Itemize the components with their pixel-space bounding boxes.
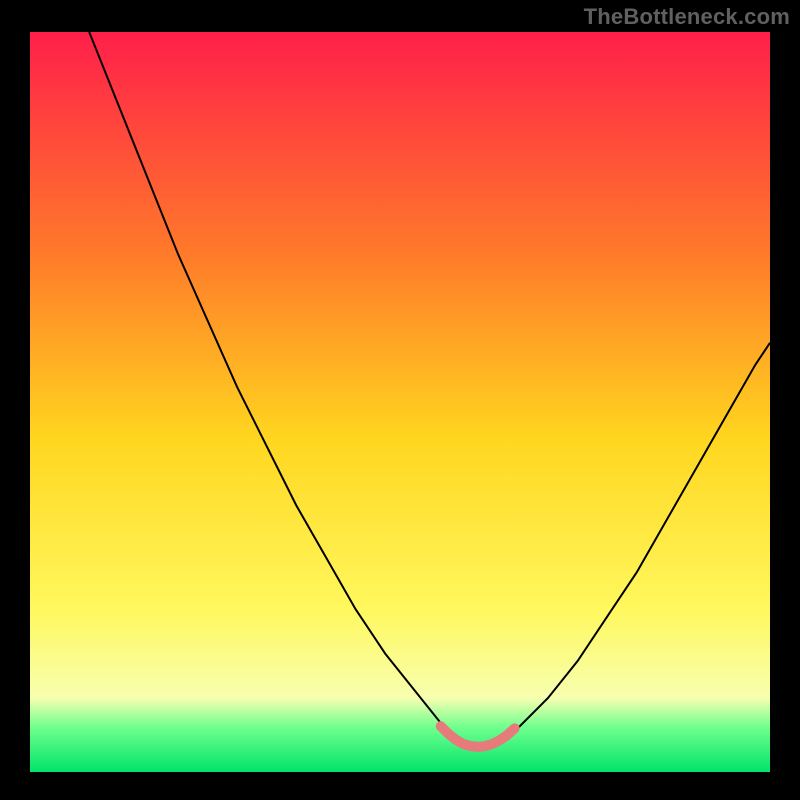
chart-frame: TheBottleneck.com xyxy=(0,0,800,800)
plot-area xyxy=(30,32,770,772)
gradient-background xyxy=(30,32,770,772)
watermark-text: TheBottleneck.com xyxy=(584,4,790,30)
chart-svg xyxy=(30,32,770,772)
